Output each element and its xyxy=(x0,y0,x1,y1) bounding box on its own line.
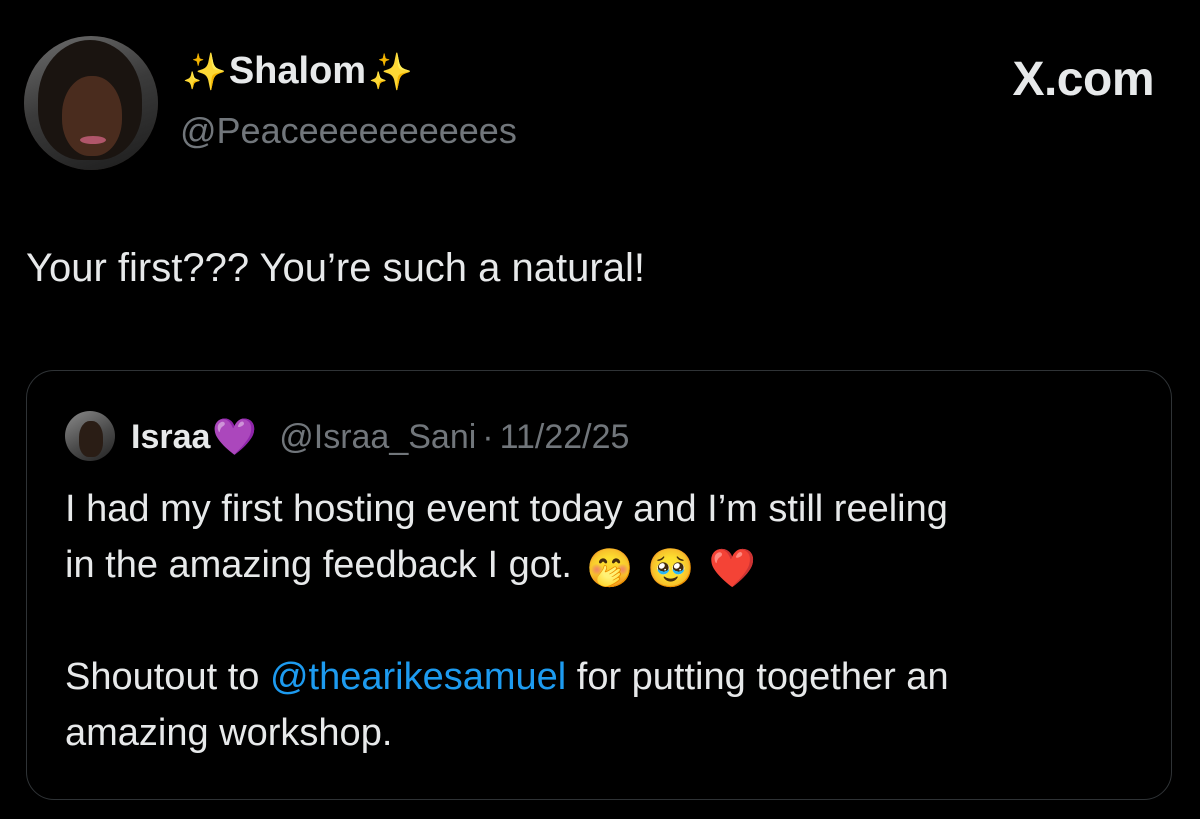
tweet-card: ✨ Shalom ✨ @Peaceeeeeeeeees X.com Your f… xyxy=(0,0,1200,819)
avatar-lips xyxy=(80,136,106,144)
author-avatar[interactable] xyxy=(24,36,158,170)
shoutout-line: Shoutout to @thearikesamuel for putting … xyxy=(65,649,1145,705)
sparkles-icon: ✨ xyxy=(368,50,413,92)
quoted-text-line-with-emojis: in the amazing feedback I got. 🤭 🥹 ❤️ xyxy=(65,537,1145,593)
quoted-text-line: in the amazing feedback I got. xyxy=(65,544,572,586)
quoted-author-avatar[interactable] xyxy=(65,411,115,461)
author-display-name[interactable]: ✨ Shalom ✨ xyxy=(182,50,413,93)
red-heart-emoji-icon: ❤️ xyxy=(708,548,756,590)
quoted-text-line: I had my first hosting event today and I… xyxy=(65,488,948,530)
author-name-text: Shalom xyxy=(228,50,367,92)
quoted-tweet-body: I had my first hosting event today and I… xyxy=(65,481,1145,761)
shoutout-prefix: Shoutout to xyxy=(65,656,270,698)
separator-dot: · xyxy=(482,417,494,456)
tweet-text: Your first??? You’re such a natural! xyxy=(26,246,645,290)
x-logo: X.com xyxy=(1012,53,1154,106)
holding-back-tears-emoji-icon: 🥹 xyxy=(647,548,695,590)
quoted-tweet-date[interactable]: 11/22/25 xyxy=(500,418,630,457)
shoutout-suffix: for putting together an xyxy=(566,656,949,698)
shoutout-line-2: amazing workshop. xyxy=(65,712,393,754)
quoted-tweet[interactable]: Israa 💜 @Israa_Sani · 11/22/25 I had my … xyxy=(26,370,1172,800)
avatar-face xyxy=(62,76,122,156)
avatar-figure xyxy=(79,421,103,457)
author-handle[interactable]: @Peaceeeeeeeeees xyxy=(180,110,517,152)
mention-link[interactable]: @thearikesamuel xyxy=(270,656,566,698)
quoted-author-name[interactable]: Israa xyxy=(131,418,210,457)
quoted-tweet-header: Israa 💜 @Israa_Sani · 11/22/25 xyxy=(131,415,629,459)
hand-over-mouth-emoji-icon: 🤭 xyxy=(586,548,634,590)
quoted-author-handle[interactable]: @Israa_Sani xyxy=(279,418,476,457)
purple-heart-icon: 💜 xyxy=(212,416,258,457)
sparkles-icon: ✨ xyxy=(182,50,227,92)
